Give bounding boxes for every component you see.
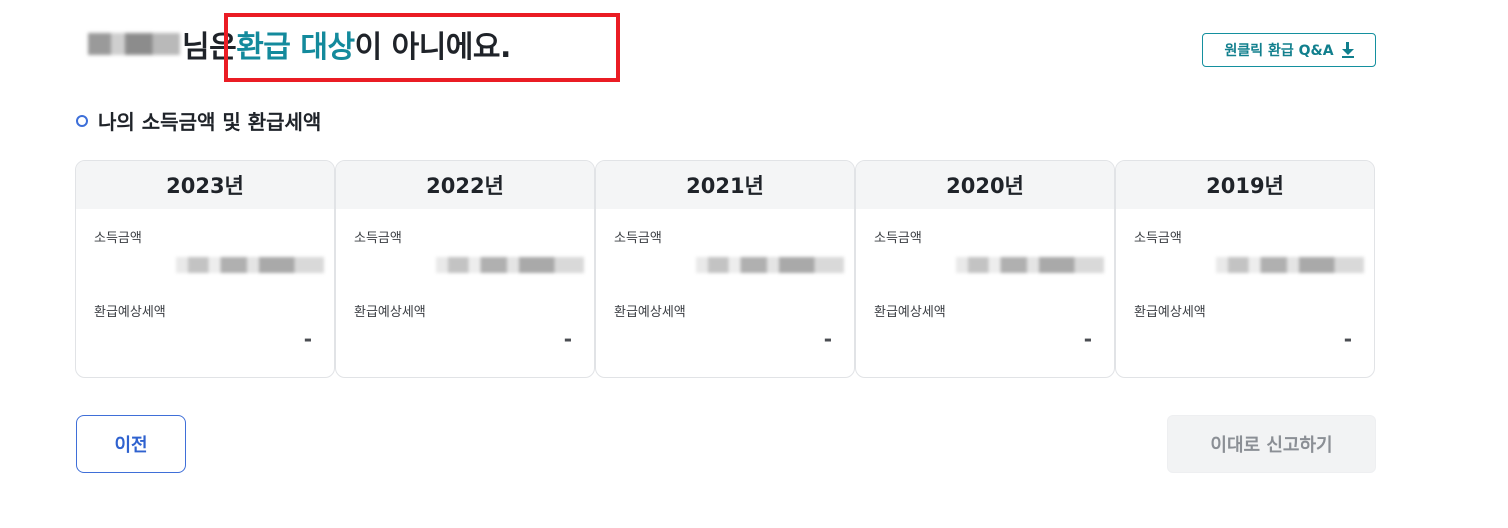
- card-year: 2019년: [1116, 161, 1374, 209]
- income-value-redacted: [436, 257, 584, 273]
- refund-value: -: [563, 327, 572, 351]
- year-card-2020: 2020년 소득금액 환급예상세액 -: [855, 160, 1115, 378]
- year-card-2022: 2022년 소득금액 환급예상세액 -: [335, 160, 595, 378]
- card-year: 2021년: [596, 161, 854, 209]
- download-icon: [1341, 42, 1354, 58]
- refund-label: 환급예상세액: [614, 305, 686, 320]
- card-year: 2023년: [76, 161, 334, 209]
- income-value-redacted: [176, 257, 324, 273]
- user-name-redacted: [88, 33, 180, 55]
- refund-label: 환급예상세액: [1134, 305, 1206, 320]
- refund-value: -: [823, 327, 832, 351]
- refund-value: -: [1343, 327, 1352, 351]
- one-click-refund-qa-button[interactable]: 원클릭 환급 Q&A: [1202, 33, 1376, 67]
- year-card-2023: 2023년 소득금액 환급예상세액 -: [75, 160, 335, 378]
- year-card-2019: 2019년 소득금액 환급예상세액 -: [1115, 160, 1375, 378]
- file-as-is-button[interactable]: 이대로 신고하기: [1167, 415, 1376, 473]
- ring-bullet-icon: [76, 114, 88, 127]
- refund-label: 환급예상세액: [354, 305, 426, 320]
- refund-value: -: [303, 327, 312, 351]
- income-label: 소득금액: [874, 231, 922, 246]
- refund-label: 환급예상세액: [94, 305, 166, 320]
- refund-label: 환급예상세액: [874, 305, 946, 320]
- year-card-2021: 2021년 소득금액 환급예상세액 -: [595, 160, 855, 378]
- income-label: 소득금액: [94, 231, 142, 246]
- card-year: 2020년: [856, 161, 1114, 209]
- refund-value: -: [1083, 327, 1092, 351]
- income-value-redacted: [956, 257, 1104, 273]
- qa-button-label: 원클릭 환급 Q&A: [1224, 43, 1334, 59]
- income-label: 소득금액: [1134, 231, 1182, 246]
- income-label: 소득금액: [614, 231, 662, 246]
- income-value-redacted: [1216, 257, 1364, 273]
- income-label: 소득금액: [354, 231, 402, 246]
- section-title: 나의 소득금액 및 환급세액: [76, 106, 321, 135]
- section-title-text: 나의 소득금액 및 환급세액: [98, 110, 322, 134]
- prev-button[interactable]: 이전: [76, 415, 186, 473]
- income-value-redacted: [696, 257, 844, 273]
- annotation-highlight-box: [224, 13, 620, 82]
- card-year: 2022년: [336, 161, 594, 209]
